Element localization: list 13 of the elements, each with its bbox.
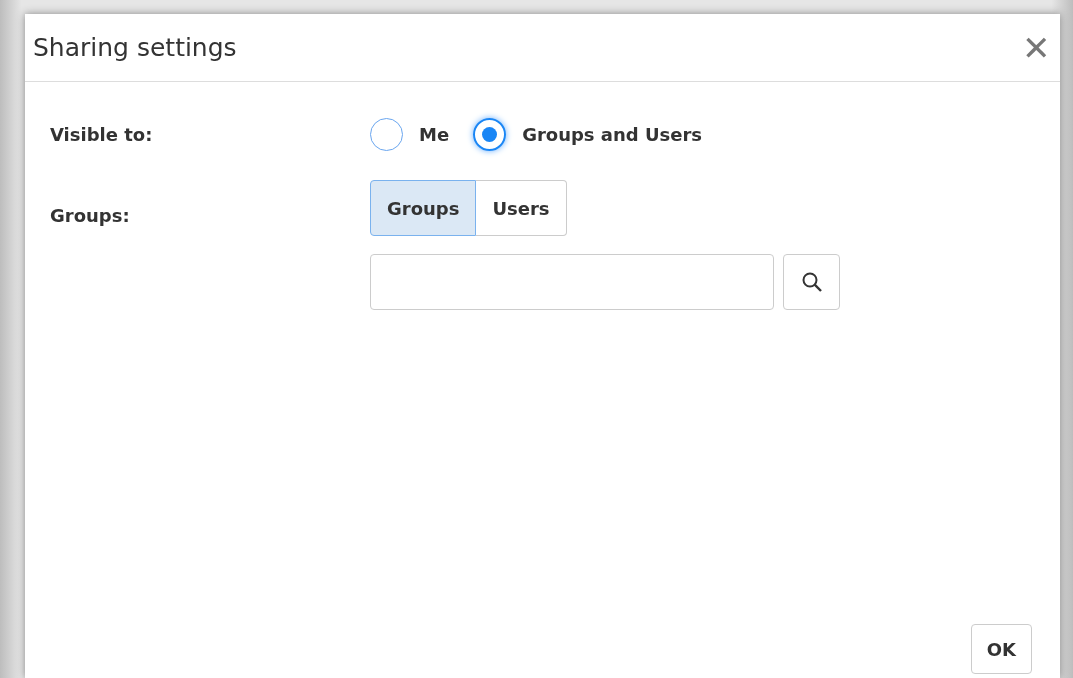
dialog-title: Sharing settings (33, 33, 237, 62)
radio-button[interactable] (473, 118, 507, 151)
ok-button[interactable]: OK (970, 624, 1032, 674)
close-button[interactable]: ✕ (1022, 30, 1050, 65)
radio-option[interactable]: Groups and Users (473, 118, 703, 151)
field-label: Groups: (50, 205, 131, 226)
tab[interactable]: Users (476, 180, 567, 236)
field-label: Visible to: (50, 124, 154, 145)
search-button[interactable] (783, 254, 840, 310)
radio-option[interactable]: Me (370, 118, 450, 151)
tab[interactable]: Groups (370, 180, 477, 236)
search-icon (800, 271, 823, 293)
search-field[interactable] (370, 254, 774, 310)
